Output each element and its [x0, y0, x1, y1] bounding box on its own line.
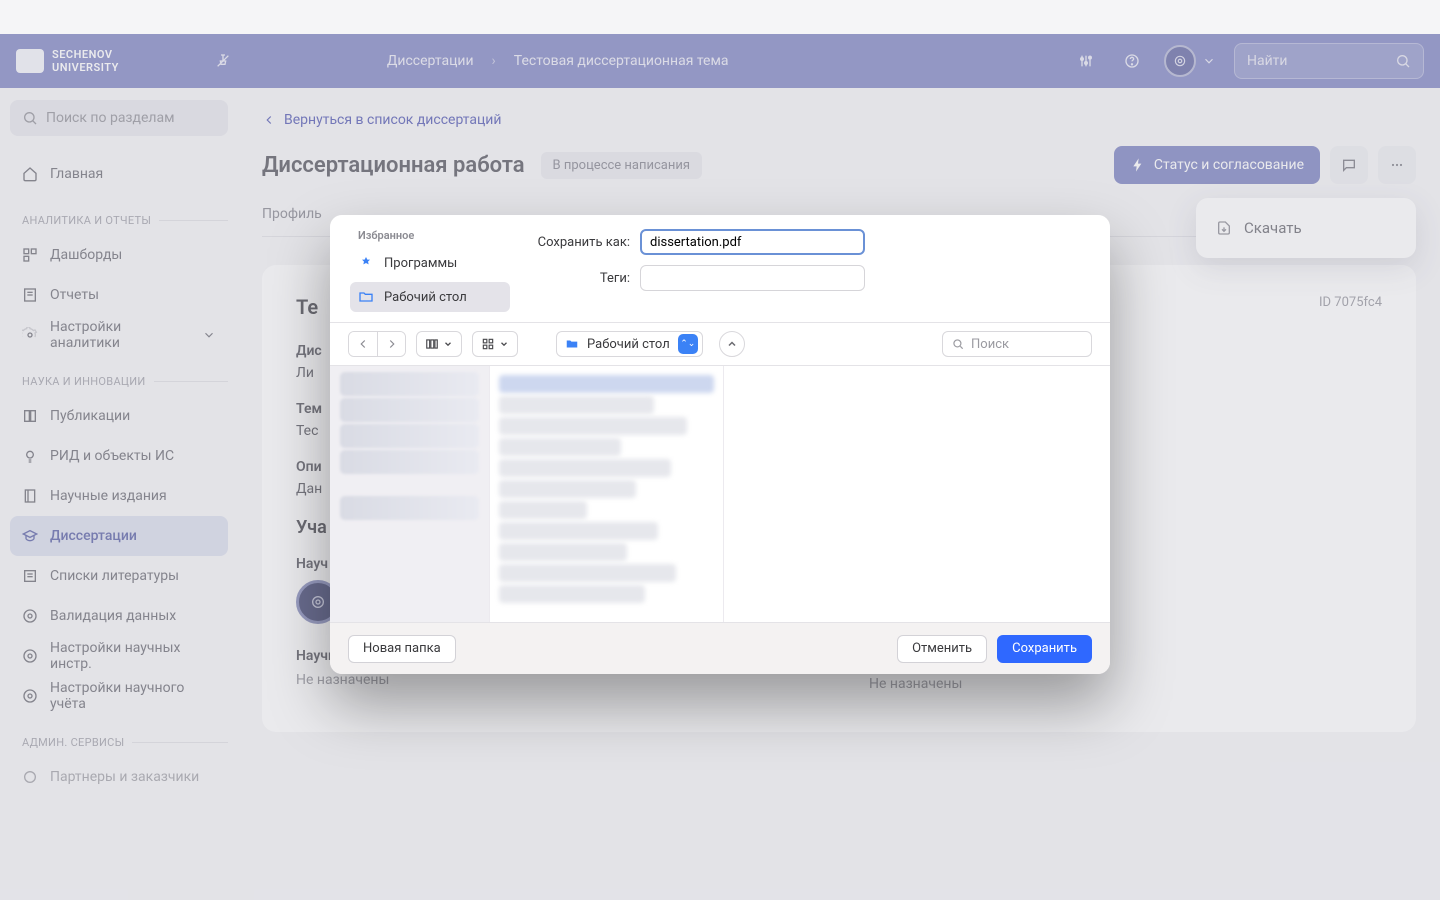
chevron-left-icon: [356, 337, 370, 351]
location-label: Рабочий стол: [587, 337, 670, 352]
button-label: Сохранить: [1012, 641, 1077, 656]
file-item[interactable]: [499, 396, 654, 414]
file-item[interactable]: [499, 564, 676, 582]
nav-back[interactable]: [349, 332, 377, 356]
view-columns[interactable]: [416, 331, 462, 357]
list-item[interactable]: [340, 372, 479, 396]
dialog-sidebar-list: [330, 366, 490, 622]
file-item[interactable]: [499, 459, 671, 477]
nav-back-forward: [348, 331, 406, 357]
save-as-label: Сохранить как:: [510, 235, 630, 250]
file-item[interactable]: [499, 480, 636, 498]
tags-label: Теги:: [510, 271, 630, 286]
apps-icon: [358, 255, 374, 271]
folder-icon: [358, 289, 374, 305]
dialog-toolbar: Рабочий стол ⌃⌄ Поиск: [330, 322, 1110, 366]
file-column: [490, 366, 724, 622]
search-icon: [951, 337, 965, 351]
list-item[interactable]: [340, 424, 479, 448]
location-selector[interactable]: Рабочий стол ⌃⌄: [556, 331, 703, 357]
button-label: Отменить: [912, 641, 972, 656]
chevron-right-icon: [385, 337, 399, 351]
file-item[interactable]: [499, 585, 645, 603]
dialog-search[interactable]: Поиск: [942, 331, 1092, 357]
file-item[interactable]: [499, 522, 658, 540]
new-folder-button[interactable]: Новая папка: [348, 635, 456, 663]
file-preview: [724, 366, 1110, 622]
grid-icon: [481, 337, 495, 351]
collapse-toggle[interactable]: [719, 331, 745, 357]
file-item[interactable]: [499, 417, 687, 435]
file-item[interactable]: [499, 438, 621, 456]
view-grid[interactable]: [472, 331, 518, 357]
file-item[interactable]: [499, 501, 587, 519]
fav-label: Рабочий стол: [384, 290, 467, 305]
columns-icon: [425, 337, 439, 351]
fav-label: Программы: [384, 256, 457, 271]
chevron-up-icon: [726, 338, 738, 350]
dropdown-toggle-icon: ⌃⌄: [678, 334, 698, 354]
save-button[interactable]: Сохранить: [997, 635, 1092, 663]
chevron-down-icon: [499, 339, 509, 349]
cancel-button[interactable]: Отменить: [897, 635, 987, 663]
button-label: Новая папка: [363, 641, 441, 656]
fav-apps[interactable]: Программы: [350, 248, 510, 278]
list-item[interactable]: [340, 496, 479, 520]
folder-icon: [565, 337, 579, 351]
save-dialog: Избранное Программы Рабочий стол Сохрани…: [330, 215, 1110, 674]
chevron-down-icon: [443, 339, 453, 349]
tags-input[interactable]: [640, 265, 865, 291]
file-item[interactable]: [499, 375, 714, 393]
fav-desktop[interactable]: Рабочий стол: [350, 282, 510, 312]
filename-input[interactable]: [640, 229, 865, 255]
list-item[interactable]: [340, 398, 479, 422]
favorites-header: Избранное: [358, 229, 510, 242]
search-placeholder: Поиск: [971, 337, 1009, 352]
file-item[interactable]: [499, 543, 627, 561]
nav-forward[interactable]: [377, 332, 405, 356]
list-item[interactable]: [340, 450, 479, 474]
